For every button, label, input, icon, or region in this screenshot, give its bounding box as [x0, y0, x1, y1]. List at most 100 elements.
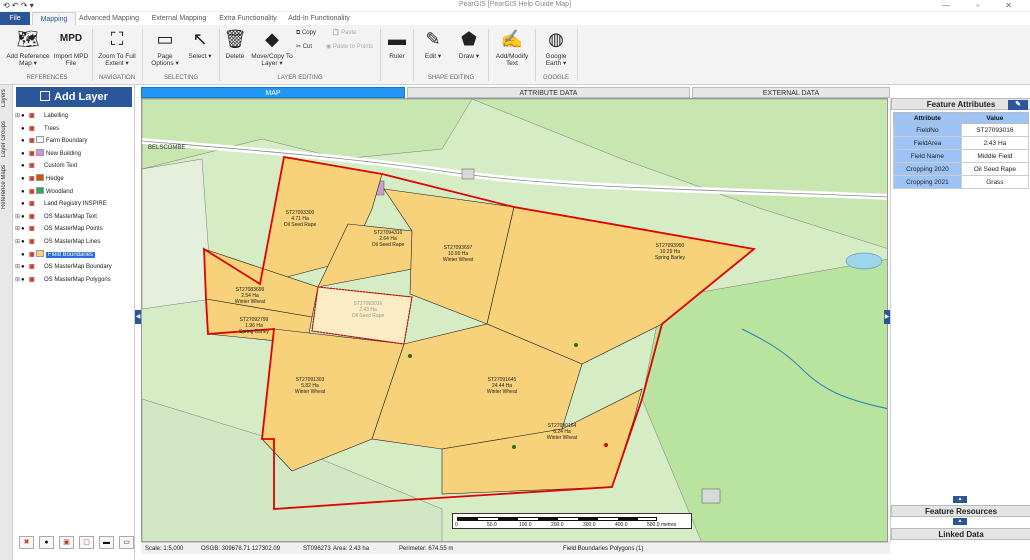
edit-button[interactable]: ✎ Edit ▾	[418, 27, 448, 73]
group-label-shape-editing: SHAPE EDITING	[427, 75, 475, 81]
collapse-arrow-icon[interactable]: ▲	[953, 496, 967, 503]
edit-attributes-icon[interactable]: ✎	[1008, 100, 1028, 110]
visibility-eye-icon[interactable]: ●	[21, 149, 29, 160]
layer-row[interactable]: ● ▣ New Building	[15, 148, 81, 160]
hide-all-icon[interactable]: ✖	[19, 536, 34, 549]
add-layer-button[interactable]: Add Layer	[16, 87, 132, 107]
lock-icon[interactable]: ▣	[29, 161, 36, 172]
side-tab-reference-maps[interactable]: Reference Maps	[1, 165, 7, 209]
visibility-eye-icon[interactable]: ●	[21, 174, 29, 185]
visibility-eye-icon[interactable]: ●	[21, 224, 29, 235]
tab-extra-functionality[interactable]: Extra Functionality	[216, 12, 280, 25]
attribute-row[interactable]: FieldArea 2.43 Ha	[893, 136, 1030, 150]
layer-row[interactable]: ● ▣ Land Registry INSPIRE	[15, 199, 107, 210]
layer-row[interactable]: ● ▣ Woodland	[15, 186, 73, 198]
layer-row[interactable]: ⊞● ▣ OS MasterMap Polygons	[15, 275, 111, 286]
visibility-eye-icon[interactable]: ●	[21, 187, 29, 198]
lock-icon[interactable]: ▣	[29, 174, 36, 185]
layer-row[interactable]: ● ▣ Trees	[15, 124, 59, 135]
lock-icon[interactable]: ▣	[29, 237, 36, 248]
visibility-eye-icon[interactable]: ●	[21, 136, 29, 147]
tab-file[interactable]: File	[0, 12, 30, 25]
lock-icon[interactable]: ▣	[29, 187, 36, 198]
add-modify-text-button[interactable]: ✍ Add/Modify Text	[492, 27, 532, 73]
attribute-value[interactable]: 2.43 Ha	[960, 136, 1030, 150]
feature-resources-header[interactable]: Feature Resources	[891, 505, 1030, 517]
attribute-row[interactable]: Cropping 2020 Oil Seed Rape	[893, 162, 1030, 176]
google-earth-button[interactable]: ◍ Google Earth ▾	[538, 27, 574, 73]
expand-all-icon[interactable]: ▭	[119, 536, 134, 549]
attribute-row[interactable]: FieldNo ST27093016	[893, 123, 1030, 137]
attribute-name: Cropping 2020	[893, 162, 962, 176]
side-tab-layers[interactable]: Layers	[1, 89, 7, 107]
lock-icon[interactable]: ▣	[29, 262, 36, 273]
visibility-eye-icon[interactable]: ●	[21, 124, 29, 135]
layer-row[interactable]: ● ▣ Field Boundaries	[15, 249, 96, 261]
lock-icon[interactable]: ▣	[29, 212, 36, 223]
zoom-full-extent-button[interactable]: ⛶ Zoom To Full Extent ▾	[94, 27, 140, 73]
visibility-eye-icon[interactable]: ●	[21, 275, 29, 286]
visibility-eye-icon[interactable]: ●	[21, 262, 29, 273]
tab-attribute-data[interactable]: ATTRIBUTE DATA	[407, 87, 690, 98]
lock-icon[interactable]: ▣	[29, 136, 36, 147]
layer-row[interactable]: ● ▣ Hedge	[15, 174, 64, 185]
attribute-value[interactable]: Grass	[960, 175, 1030, 189]
draw-button[interactable]: ⬟ Draw ▾	[454, 27, 484, 73]
page-options-button[interactable]: ▭ Page Options ▾	[146, 27, 184, 73]
layer-row[interactable]: ⊞● ▣ OS MasterMap Boundary	[15, 262, 112, 273]
attribute-value[interactable]: ST27093016	[960, 123, 1030, 137]
collapse-arrow-icon[interactable]: ▲	[953, 518, 967, 525]
linked-data-header[interactable]: Linked Data	[891, 528, 1030, 540]
tab-external-data[interactable]: EXTERNAL DATA	[692, 87, 890, 98]
visibility-eye-icon[interactable]: ●	[21, 250, 29, 261]
visibility-eye-icon[interactable]: ●	[21, 199, 29, 210]
lock-icon[interactable]: ▣	[29, 224, 36, 235]
tab-mapping[interactable]: Mapping	[32, 12, 76, 25]
tab-advanced-mapping[interactable]: Advanced Mapping	[78, 12, 140, 25]
lock-all-icon[interactable]: ▣	[59, 536, 74, 549]
add-reference-map-button[interactable]: 🗺 Add Reference Map ▾	[4, 27, 52, 73]
side-tab-layer-groups[interactable]: Layer Groups	[1, 121, 7, 157]
lock-icon[interactable]: ▣	[29, 199, 36, 210]
collapse-all-icon[interactable]: ▬	[99, 536, 114, 549]
lock-icon[interactable]: ▣	[29, 250, 36, 261]
window-controls[interactable]: — ▫ ✕	[942, 1, 1024, 10]
move-copy-to-layer-button[interactable]: ◆ Move/Copy To Layer ▾	[250, 27, 294, 73]
layer-row[interactable]: ● ▣ Custom Text	[15, 161, 77, 172]
tab-add-in-functionality[interactable]: Add-In Functionality	[286, 12, 352, 25]
import-mpd-button[interactable]: MPD Import MPD File	[52, 27, 90, 73]
paste-button[interactable]: 📋 Paste	[332, 29, 356, 38]
select-button[interactable]: ↖ Select ▾	[184, 27, 216, 73]
lock-icon[interactable]: ▣	[29, 149, 36, 160]
tab-external-mapping[interactable]: External Mapping	[148, 12, 210, 25]
visibility-eye-icon[interactable]: ●	[21, 212, 29, 223]
lock-icon[interactable]: ▣	[29, 275, 36, 286]
attribute-row[interactable]: Field Name Middle Field	[893, 149, 1030, 163]
layer-row[interactable]: ⊞● ▣ OS MasterMap Lines	[15, 237, 100, 248]
paste-points-icon: ◉	[326, 44, 333, 50]
group-divider	[142, 29, 143, 81]
layer-row[interactable]: ⊞● ▣ Labelling	[15, 111, 68, 122]
layer-row[interactable]: ⊞● ▣ OS MasterMap Text	[15, 212, 97, 223]
visibility-eye-icon[interactable]: ●	[21, 111, 29, 122]
visibility-eye-icon[interactable]: ●	[21, 237, 29, 248]
attribute-value[interactable]: Middle Field	[960, 149, 1030, 163]
map-canvas[interactable]: BELSCOMBE ST27093300 4.71 Ha Oil Seed Rape…	[141, 98, 888, 542]
tab-map[interactable]: MAP	[141, 87, 405, 98]
lock-icon[interactable]: ▣	[29, 111, 36, 122]
delete-button[interactable]: 🗑 Delete	[222, 27, 248, 73]
copy-button[interactable]: ⧉ Copy	[296, 29, 316, 38]
cut-button[interactable]: ✂ Cut	[296, 43, 312, 52]
visibility-eye-icon[interactable]: ●	[21, 161, 29, 172]
layers-icon: ◆	[265, 29, 279, 49]
show-all-icon[interactable]: ●	[39, 536, 54, 549]
layer-row[interactable]: ⊞● ▣ OS MasterMap Points	[15, 224, 103, 235]
ruler-button[interactable]: ▬ Ruler	[384, 27, 410, 73]
attribute-value[interactable]: Oil Seed Rape	[960, 162, 1030, 176]
paste-to-points-button[interactable]: ◉ Paste to Points	[326, 43, 373, 52]
unlock-all-icon[interactable]: ▢	[79, 536, 94, 549]
map-icon: 🗺	[16, 29, 40, 49]
lock-icon[interactable]: ▣	[29, 124, 36, 135]
attribute-row[interactable]: Cropping 2021 Grass	[893, 175, 1030, 189]
layer-row[interactable]: ● ▣ Farm Boundary	[15, 136, 87, 147]
